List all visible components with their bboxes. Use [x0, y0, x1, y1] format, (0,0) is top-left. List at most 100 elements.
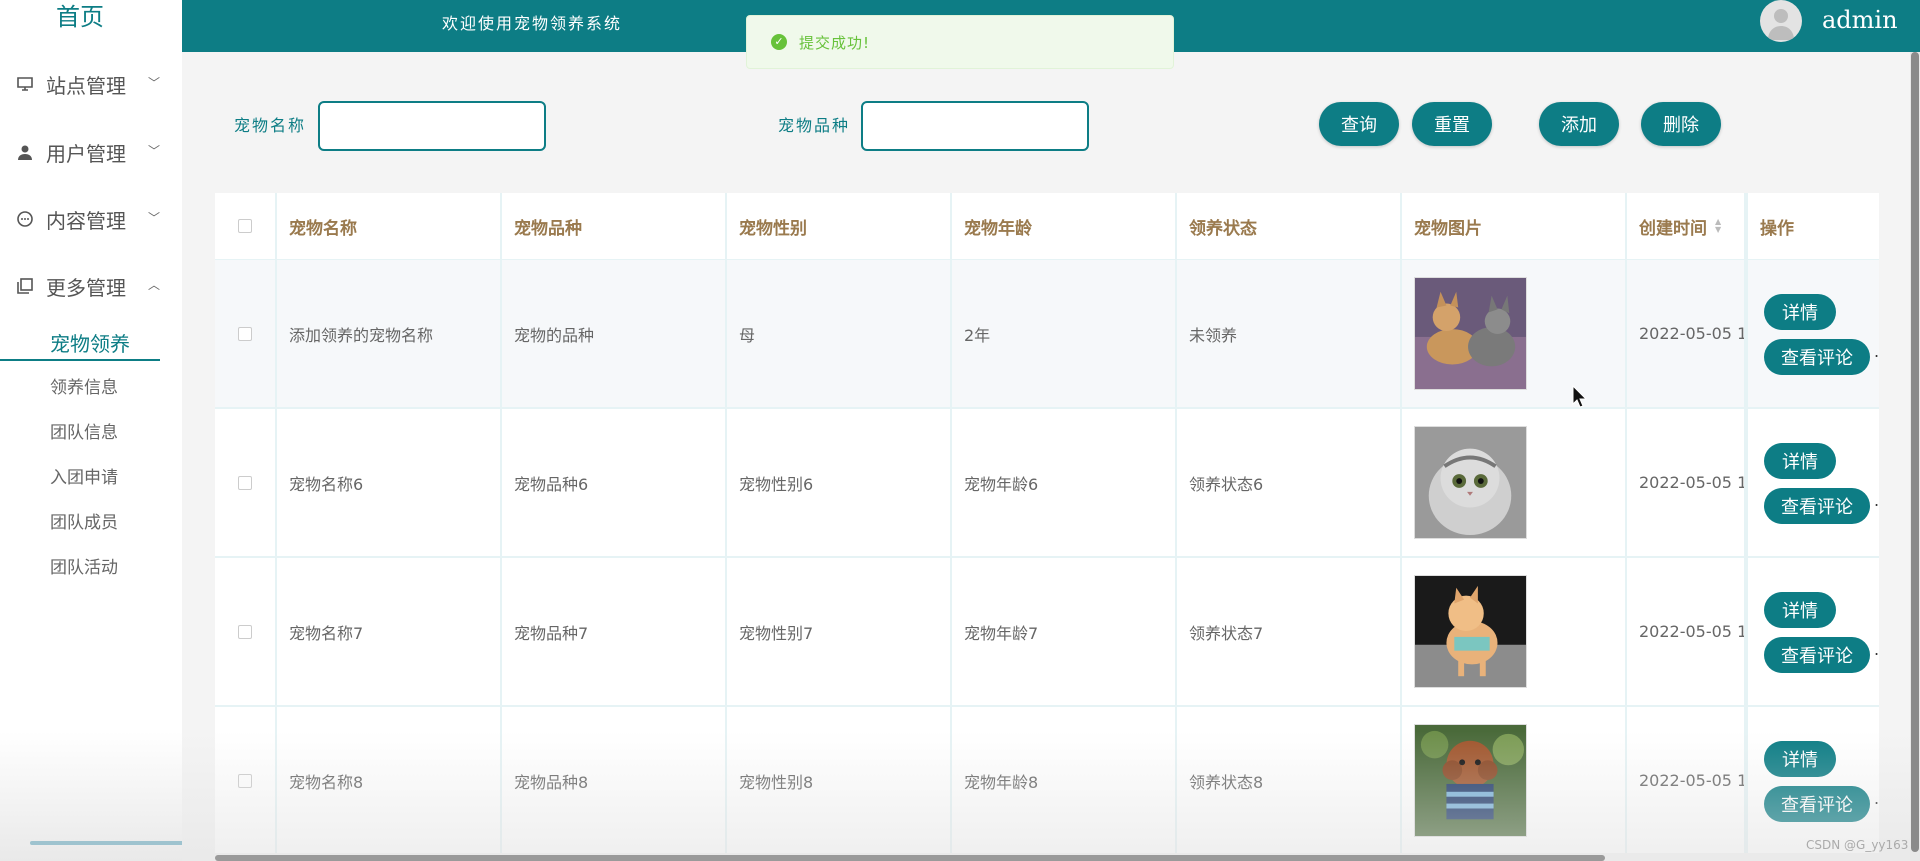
username[interactable]: admin — [1822, 6, 1898, 34]
sidebar-item-team-members[interactable]: 团队成员 — [0, 506, 160, 540]
toast-message: 提交成功! — [799, 33, 871, 52]
cell-pet-breed: 宠物品种8 — [502, 707, 727, 853]
cell-actions: 详情 查看评论 . — [1746, 260, 1879, 407]
row-checkbox[interactable] — [238, 326, 252, 341]
row-select-cell — [215, 260, 277, 407]
overflow-mark: . — [1874, 789, 1879, 808]
cell-actions: 详情 查看评论 . — [1746, 409, 1879, 556]
overflow-mark: . — [1874, 640, 1879, 659]
success-toast: ✓ 提交成功! — [746, 15, 1174, 69]
vertical-scrollbar-thumb[interactable] — [1911, 52, 1919, 852]
pet-breed-input[interactable] — [861, 101, 1089, 151]
pet-table: 宠物名称 宠物品种 宠物性别 宠物年龄 领养状态 宠物图片 创建时间 ▲ ▼ 操作… — [215, 193, 1879, 853]
view-comments-button[interactable]: 查看评论 — [1764, 786, 1870, 822]
query-button[interactable]: 查询 — [1319, 102, 1399, 146]
header-actions: 操作 — [1746, 193, 1879, 259]
cell-adoption-status: 领养状态6 — [1177, 409, 1402, 556]
add-button[interactable]: 添加 — [1539, 102, 1619, 146]
header-pet-age: 宠物年龄 — [952, 193, 1177, 259]
cell-pet-age: 2年 — [952, 260, 1177, 407]
chevron-down-icon: ﹀ — [147, 211, 160, 225]
cell-created-time: 2022-05-05 1 — [1627, 409, 1746, 556]
cell-pet-breed: 宠物品种7 — [502, 558, 727, 705]
cell-pet-age: 宠物年龄7 — [952, 558, 1177, 705]
table-header: 宠物名称 宠物品种 宠物性别 宠物年龄 领养状态 宠物图片 创建时间 ▲ ▼ 操作 — [215, 193, 1879, 260]
overflow-mark: . — [1874, 342, 1879, 361]
sidebar-home-link[interactable]: 首页 — [0, 0, 160, 36]
table-row: 添加领养的宠物名称 宠物的品种 母 2年 未领养 2022-05-05 1 详情… — [215, 260, 1879, 409]
horizontal-scrollbar[interactable] — [215, 855, 1605, 861]
poodle-image[interactable] — [1414, 724, 1527, 837]
cell-pet-gender: 宠物性别6 — [727, 409, 952, 556]
row-checkbox[interactable] — [238, 624, 252, 639]
cell-actions: 详情 查看评论 . — [1746, 707, 1879, 853]
pet-breed-label: 宠物品种 — [778, 116, 851, 135]
row-checkbox[interactable] — [238, 475, 252, 490]
overflow-mark: . — [1874, 491, 1879, 510]
view-comments-button[interactable]: 查看评论 — [1764, 637, 1870, 673]
header-pet-gender: 宠物性别 — [727, 193, 952, 259]
cell-pet-name: 添加领养的宠物名称 — [277, 260, 502, 407]
table-row: 宠物名称7 宠物品种7 宠物性别7 宠物年龄7 领养状态7 2022-05-05… — [215, 558, 1879, 707]
sidebar-group-site[interactable]: 站点管理 ﹀ — [14, 66, 164, 102]
sidebar-group-users[interactable]: 用户管理 ﹀ — [14, 134, 164, 170]
select-all-cell — [215, 193, 277, 259]
view-comments-button[interactable]: 查看评论 — [1764, 339, 1870, 375]
detail-button[interactable]: 详情 — [1764, 294, 1836, 330]
cell-pet-age: 宠物年龄8 — [952, 707, 1177, 853]
sidebar-item-adoption-info[interactable]: 领养信息 — [0, 371, 160, 405]
pet-name-label: 宠物名称 — [234, 116, 307, 135]
sidebar-group-content[interactable]: 内容管理 ﹀ — [14, 201, 164, 237]
cell-adoption-status: 领养状态8 — [1177, 707, 1402, 853]
sidebar-group-more[interactable]: 更多管理 ︿ — [14, 268, 164, 304]
reset-button[interactable]: 重置 — [1412, 102, 1492, 146]
sidebar-group-label: 用户管理 — [46, 141, 126, 166]
chevron-down-icon: ﹀ — [147, 144, 160, 158]
detail-button[interactable]: 详情 — [1764, 741, 1836, 777]
cell-pet-name: 宠物名称8 — [277, 707, 502, 853]
detail-button[interactable]: 详情 — [1764, 443, 1836, 479]
cell-pet-gender: 宠物性别7 — [727, 558, 952, 705]
cell-actions: 详情 查看评论 . — [1746, 558, 1879, 705]
pet-name-input[interactable] — [318, 101, 546, 151]
check-circle-icon: ✓ — [771, 34, 787, 50]
select-all-checkbox[interactable] — [238, 219, 252, 233]
header-created-time[interactable]: 创建时间 ▲ ▼ — [1627, 193, 1746, 259]
view-comments-button[interactable]: 查看评论 — [1764, 488, 1870, 524]
row-select-cell — [215, 409, 277, 556]
header-pet-name: 宠物名称 — [277, 193, 502, 259]
sort-icon[interactable]: ▲ ▼ — [1715, 218, 1721, 234]
chevron-up-icon: ︿ — [147, 278, 160, 292]
sidebar-item-team-activity[interactable]: 团队活动 — [0, 551, 160, 585]
cats-image[interactable] — [1414, 277, 1527, 390]
cell-pet-image — [1402, 707, 1627, 853]
table-row: 宠物名称6 宠物品种6 宠物性别6 宠物年龄6 领养状态6 2022-05-05… — [215, 409, 1879, 558]
mouse-cursor-icon — [1572, 385, 1588, 408]
monitor-icon — [14, 73, 36, 95]
cell-pet-name: 宠物名称7 — [277, 558, 502, 705]
row-checkbox[interactable] — [238, 773, 252, 788]
delete-button[interactable]: 删除 — [1641, 102, 1721, 146]
watermark: CSDN @G_yy163 — [1806, 838, 1909, 852]
sidebar-item-team-info[interactable]: 团队信息 — [0, 416, 160, 450]
header-created-time-label: 创建时间 — [1639, 218, 1707, 239]
row-select-cell — [215, 558, 277, 705]
cell-pet-gender: 母 — [727, 260, 952, 407]
avatar[interactable] — [1760, 0, 1802, 42]
copy-icon — [14, 275, 36, 297]
welcome-text: 欢迎使用宠物领养系统 — [442, 14, 623, 33]
cell-pet-image — [1402, 558, 1627, 705]
sidebar-item-join-request[interactable]: 入团申请 — [0, 461, 160, 495]
small-dog-image[interactable] — [1414, 575, 1527, 688]
grey-cat-image[interactable] — [1414, 426, 1527, 539]
sidebar-group-label: 内容管理 — [46, 208, 126, 233]
table-row: 宠物名称8 宠物品种8 宠物性别8 宠物年龄8 领养状态8 2022-05-05… — [215, 707, 1879, 853]
detail-button[interactable]: 详情 — [1764, 592, 1836, 628]
cell-pet-image — [1402, 260, 1627, 407]
sidebar-group-label: 站点管理 — [46, 73, 126, 98]
header-pet-image: 宠物图片 — [1402, 193, 1627, 259]
row-select-cell — [215, 707, 277, 853]
sidebar-item-pet-adoption[interactable]: 宠物领养 — [0, 327, 160, 361]
header-pet-breed: 宠物品种 — [502, 193, 727, 259]
cell-pet-breed: 宠物的品种 — [502, 260, 727, 407]
